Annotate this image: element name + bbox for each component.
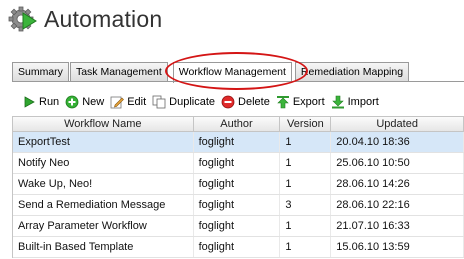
version-cell: 1 xyxy=(280,237,332,257)
toolbar: Run New Edit Duplicate Delete Export Imp… xyxy=(12,90,464,114)
run-button[interactable]: Run xyxy=(22,95,59,109)
page-header: Automation xyxy=(8,4,162,34)
add-icon xyxy=(65,95,79,109)
tab-task-management[interactable]: Task Management xyxy=(69,62,168,82)
import-arrow-down-icon xyxy=(331,95,345,109)
tab-remediation-mapping[interactable]: Remediation Mapping xyxy=(294,62,410,82)
new-button[interactable]: New xyxy=(65,95,104,109)
updated-cell: 21.07.10 16:33 xyxy=(331,216,464,236)
delete-label: Delete xyxy=(238,96,270,108)
gear-icon xyxy=(8,4,38,34)
delete-icon xyxy=(221,95,235,109)
version-cell: 3 xyxy=(280,195,332,215)
tab-workflow-management[interactable]: Workflow Management xyxy=(172,62,292,83)
version-cell: 1 xyxy=(280,132,332,152)
column-header-workflow-name[interactable]: Workflow Name xyxy=(13,117,194,131)
table-row[interactable]: ExportTest foglight 1 20.04.10 18:36 xyxy=(13,132,464,153)
column-header-author[interactable]: Author xyxy=(194,117,281,131)
tab-divider xyxy=(12,81,464,82)
workflow-name-cell: Notify Neo xyxy=(13,153,194,173)
workflow-name-cell: Built-in Based Template xyxy=(13,237,194,257)
export-button[interactable]: Export xyxy=(276,95,325,109)
version-cell: 1 xyxy=(280,216,332,236)
table-row[interactable]: Array Parameter Workflow foglight 1 21.07.1… xyxy=(13,216,464,237)
updated-cell: 15.06.10 13:59 xyxy=(331,237,464,257)
author-cell: foglight xyxy=(194,216,281,236)
page-title: Automation xyxy=(44,5,163,32)
workflow-table: Workflow Name Author Version Updated Exp… xyxy=(12,116,464,258)
author-cell: foglight xyxy=(194,174,281,194)
new-label: New xyxy=(82,96,105,108)
play-icon xyxy=(22,95,36,109)
export-label: Export xyxy=(292,96,325,108)
version-cell: 1 xyxy=(280,153,332,173)
delete-button[interactable]: Delete xyxy=(221,95,270,109)
updated-cell: 25.06.10 10:50 xyxy=(331,153,464,173)
version-cell: 1 xyxy=(280,174,332,194)
column-header-version[interactable]: Version xyxy=(280,117,332,131)
pencil-icon xyxy=(110,95,125,109)
author-cell: foglight xyxy=(194,153,281,173)
table-row[interactable]: Notify Neo foglight 1 25.06.10 10:50 xyxy=(13,153,464,174)
updated-cell: 20.04.10 18:36 xyxy=(331,132,464,152)
workflow-name-cell: ExportTest xyxy=(13,132,194,152)
updated-cell: 28.06.10 14:26 xyxy=(331,174,464,194)
workflow-name-cell: Wake Up, Neo! xyxy=(13,174,194,194)
updated-cell: 28.06.10 22:16 xyxy=(331,195,464,215)
workflow-name-cell: Send a Remediation Message xyxy=(13,195,194,215)
edit-label: Edit xyxy=(127,96,147,108)
copy-icon xyxy=(152,95,166,109)
author-cell: foglight xyxy=(194,132,281,152)
table-row[interactable]: Send a Remediation Message foglight 3 28.06… xyxy=(13,195,464,216)
import-button[interactable]: Import xyxy=(331,95,379,109)
export-arrow-up-icon xyxy=(276,95,290,109)
author-cell: foglight xyxy=(194,195,281,215)
table-row[interactable]: Wake Up, Neo! foglight 1 28.06.10 14:26 xyxy=(13,174,464,195)
column-header-updated[interactable]: Updated xyxy=(331,117,464,131)
import-label: Import xyxy=(347,96,379,108)
table-row[interactable]: Built-in Based Template foglight 1 15.06.10… xyxy=(13,237,464,258)
tab-summary[interactable]: Summary xyxy=(12,62,69,82)
tab-bar: Summary Task Management Workflow Managem… xyxy=(12,62,410,83)
duplicate-label: Duplicate xyxy=(169,96,216,108)
table-body: ExportTest foglight 1 20.04.10 18:36 Notify … xyxy=(13,132,464,258)
workflow-name-cell: Array Parameter Workflow xyxy=(13,216,194,236)
edit-button[interactable]: Edit xyxy=(110,95,146,109)
table-header: Workflow Name Author Version Updated xyxy=(13,116,464,132)
duplicate-button[interactable]: Duplicate xyxy=(152,95,215,109)
author-cell: foglight xyxy=(194,237,281,257)
run-label: Run xyxy=(39,96,60,108)
